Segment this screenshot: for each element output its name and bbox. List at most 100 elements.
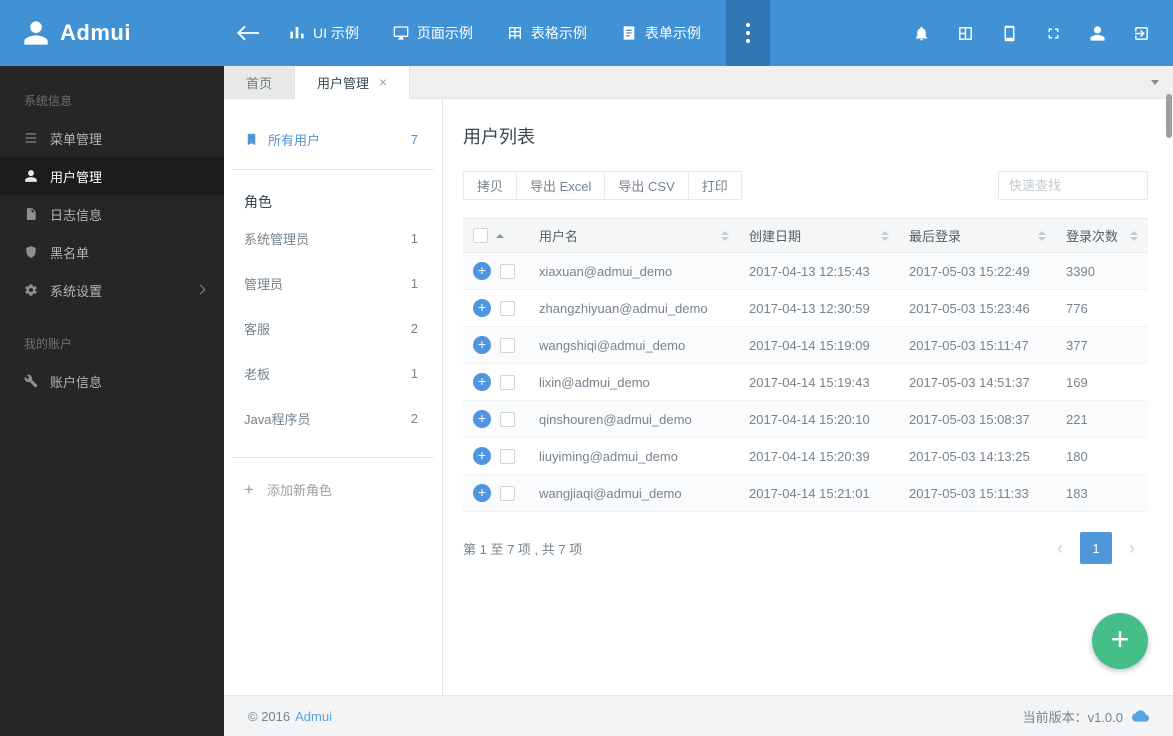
menu-item-label: UI 示例 — [313, 25, 359, 41]
cell-last-login: 2017-05-03 15:22:49 — [899, 252, 1056, 290]
tabs-filler — [410, 66, 1173, 99]
row-checkbox[interactable] — [500, 300, 515, 316]
ellipsis-vertical-icon — [745, 23, 750, 27]
column-header-select[interactable] — [463, 218, 529, 253]
tab-close-icon[interactable] — [379, 75, 387, 89]
logout-button[interactable] — [1119, 0, 1163, 66]
role-item[interactable]: 管理员 1 — [224, 261, 442, 306]
role-item[interactable]: 系统管理员 1 — [224, 216, 442, 261]
cloud-icon[interactable] — [1132, 709, 1149, 723]
column-header-login-count[interactable]: 登录次数 — [1056, 218, 1148, 253]
all-users-filter[interactable]: 所有用户 7 — [224, 125, 442, 153]
cell-login-count: 221 — [1056, 400, 1148, 438]
cell-username: liuyiming@admui_demo — [529, 437, 739, 475]
add-role-button[interactable]: 添加新角色 — [224, 474, 442, 499]
cell-created: 2017-04-14 15:21:01 — [739, 474, 899, 512]
footer-brand-link[interactable]: Admui — [295, 709, 332, 724]
top-navbar: Admui UI 示例 页面示例 表格示例 表单示例 — [0, 0, 1173, 66]
file-icon — [24, 207, 38, 221]
mobile-view-button[interactable] — [987, 0, 1031, 66]
more-menu-button[interactable] — [725, 0, 770, 66]
copy-button[interactable]: 拷贝 — [463, 171, 518, 200]
brand-logo[interactable]: Admui — [0, 19, 224, 47]
print-button[interactable]: 打印 — [687, 171, 742, 200]
pagination-info: 第 1 至 7 项 , 共 7 项 — [463, 541, 583, 557]
page-number-button[interactable]: 1 — [1080, 532, 1112, 564]
tab-home[interactable]: 首页 — [224, 66, 296, 99]
role-item[interactable]: 老板 1 — [224, 351, 442, 396]
menu-item-ui-demo[interactable]: UI 示例 — [272, 0, 376, 66]
select-all-checkbox[interactable] — [473, 228, 488, 243]
main-menu: UI 示例 页面示例 表格示例 表单示例 — [272, 0, 718, 66]
expand-row-button[interactable] — [473, 447, 491, 465]
user-icon — [1089, 25, 1106, 42]
menu-item-label: 页面示例 — [416, 25, 473, 41]
previous-page-button[interactable] — [1044, 532, 1076, 564]
sidebar-item-system-settings[interactable]: 系统设置 — [0, 271, 224, 309]
role-item[interactable]: 客服 2 — [224, 306, 442, 351]
sidebar-toggle-button[interactable] — [224, 0, 272, 66]
fullscreen-button[interactable] — [1031, 0, 1075, 66]
user-groups-panel: 所有用户 7 角色 系统管理员 1 管理员 1 客服 2 老板 1 Java程序… — [224, 99, 443, 695]
role-count: 2 — [410, 411, 418, 426]
cell-login-count: 180 — [1056, 437, 1148, 475]
expand-row-button[interactable] — [473, 484, 491, 502]
chevron-down-icon[interactable] — [1151, 80, 1159, 85]
cell-login-count: 183 — [1056, 474, 1148, 512]
scrollbar[interactable] — [1166, 94, 1172, 138]
sidebar-item-account-info[interactable]: 账户信息 — [0, 362, 224, 400]
user-icon — [24, 169, 38, 183]
bookmark-icon — [244, 132, 259, 147]
sidebar-item-menu-management[interactable]: 菜单管理 — [0, 119, 224, 157]
expand-row-button[interactable] — [473, 299, 491, 317]
sort-icons — [1130, 230, 1138, 241]
role-item[interactable]: Java程序员 2 — [224, 396, 442, 441]
export-csv-button[interactable]: 导出 CSV — [604, 171, 689, 200]
expand-row-button[interactable] — [473, 336, 491, 354]
sidebar-item-blacklist[interactable]: 黑名单 — [0, 233, 224, 271]
users-table: 用户名 创建日期 最后登录 登录次数 xia — [463, 218, 1148, 512]
column-header-last-login[interactable]: 最后登录 — [899, 218, 1056, 253]
add-user-fab-button[interactable] — [1092, 613, 1148, 669]
role-name: 客服 — [244, 322, 271, 337]
row-checkbox[interactable] — [500, 485, 515, 501]
menu-item-form-demo[interactable]: 表单示例 — [604, 0, 718, 66]
row-checkbox[interactable] — [500, 337, 515, 353]
sidebar-item-label: 系统设置 — [50, 283, 103, 299]
export-excel-button[interactable]: 导出 Excel — [516, 171, 606, 200]
cell-login-count: 3390 — [1056, 252, 1148, 290]
menu-item-page-demo[interactable]: 页面示例 — [376, 0, 490, 66]
page-footer: © 2016 Admui 当前版本：v1.0.0 — [224, 695, 1173, 736]
sidebar-item-label: 日志信息 — [50, 207, 103, 223]
row-checkbox[interactable] — [500, 263, 515, 279]
widgets-button[interactable] — [943, 0, 987, 66]
row-checkbox[interactable] — [500, 411, 515, 427]
table-row: zhangzhiyuan@admui_demo 2017-04-13 12:30… — [463, 289, 1148, 327]
cell-last-login: 2017-05-03 15:08:37 — [899, 400, 1056, 438]
account-button[interactable] — [1075, 0, 1119, 66]
cell-login-count: 169 — [1056, 363, 1148, 401]
expand-row-button[interactable] — [473, 410, 491, 428]
mobile-phone-icon — [1001, 25, 1018, 42]
all-users-count: 7 — [410, 131, 418, 147]
role-count: 2 — [410, 321, 418, 336]
sidebar-item-label: 账户信息 — [50, 374, 103, 390]
row-checkbox[interactable] — [500, 448, 515, 464]
cell-username: xiaxuan@admui_demo — [529, 252, 739, 290]
sidebar-item-log-info[interactable]: 日志信息 — [0, 195, 224, 233]
column-header-username[interactable]: 用户名 — [529, 218, 739, 253]
column-label: 登录次数 — [1066, 229, 1119, 244]
page-title: 用户列表 — [463, 127, 535, 147]
row-checkbox[interactable] — [500, 374, 515, 390]
next-page-button[interactable] — [1116, 532, 1148, 564]
sidebar-item-user-management[interactable]: 用户管理 — [0, 157, 224, 195]
expand-row-button[interactable] — [473, 373, 491, 391]
table-row: wangshiqi@admui_demo 2017-04-14 15:19:09… — [463, 326, 1148, 364]
tab-user-management[interactable]: 用户管理 — [295, 66, 411, 99]
expand-row-button[interactable] — [473, 262, 491, 280]
menu-item-table-demo[interactable]: 表格示例 — [490, 0, 604, 66]
search-input[interactable] — [998, 171, 1148, 200]
column-header-created[interactable]: 创建日期 — [739, 218, 899, 253]
notifications-button[interactable] — [899, 0, 943, 66]
cell-username: zhangzhiyuan@admui_demo — [529, 289, 739, 327]
